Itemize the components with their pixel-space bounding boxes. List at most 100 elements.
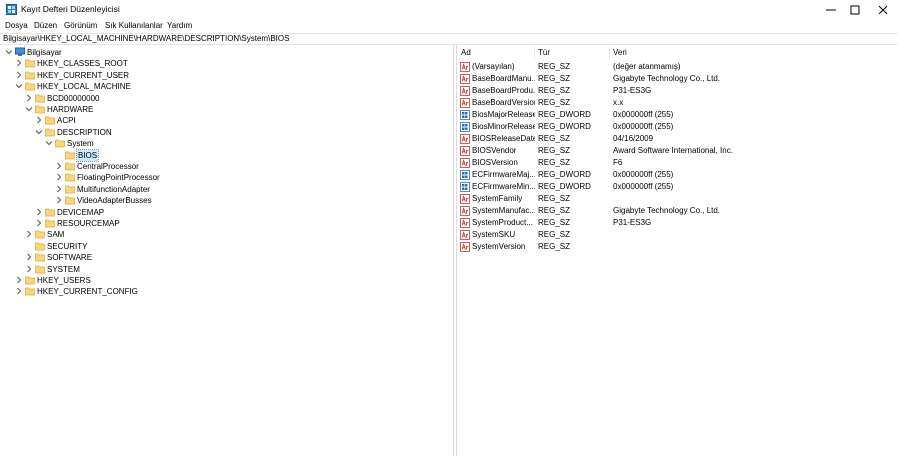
- chevron-right-icon[interactable]: [15, 59, 23, 67]
- column-header-data[interactable]: Veri: [613, 48, 627, 58]
- chevron-right-icon[interactable]: [35, 208, 43, 216]
- tree-item[interactable]: DESCRIPTION: [35, 127, 445, 138]
- tree-item[interactable]: HARDWARE: [25, 104, 445, 115]
- value-row[interactable]: BiosMinorRelease REG_DWORD 0x000000ff (255…: [457, 121, 897, 133]
- folder-icon: [65, 185, 75, 194]
- tree-item[interactable]: DEVICEMAP: [35, 207, 445, 218]
- menu-bar: Dosya Düzen Görünüm Sık Kullanılanlar Ya…: [0, 19, 900, 32]
- chevron-right-icon[interactable]: [35, 219, 43, 227]
- chevron-right-icon[interactable]: [55, 185, 63, 193]
- chevron-right-icon[interactable]: [25, 253, 33, 261]
- value-row[interactable]: BaseBoardProdu... REG_SZ P31-ES3G: [457, 85, 897, 97]
- value-row[interactable]: BIOSReleaseDate REG_SZ 04/16/2009: [457, 133, 897, 145]
- menu-yardim[interactable]: Yardım: [167, 21, 192, 31]
- folder-icon: [25, 71, 35, 80]
- value-row[interactable]: BiosMajorRelease REG_DWORD 0x000000ff (255…: [457, 109, 897, 121]
- tree-item[interactable]: SOFTWARE: [25, 252, 445, 263]
- column-divider[interactable]: [534, 47, 535, 59]
- value-row[interactable]: SystemSKU REG_SZ: [457, 229, 897, 241]
- value-data: 04/16/2009: [613, 134, 654, 143]
- value-name: SystemVersion: [472, 242, 526, 251]
- column-divider[interactable]: [609, 47, 610, 59]
- column-header-name[interactable]: Ad: [461, 48, 471, 58]
- tree-item[interactable]: Bilgisayar: [5, 47, 445, 58]
- tree-item[interactable]: SYSTEM: [25, 264, 445, 275]
- tree-item[interactable]: HKEY_USERS: [15, 275, 445, 286]
- chevron-right-icon[interactable]: [55, 196, 63, 204]
- menu-duzen[interactable]: Düzen: [34, 21, 57, 31]
- value-row[interactable]: ECFirmwareMin... REG_DWORD 0x000000ff (255…: [457, 181, 897, 193]
- chevron-right-icon[interactable]: [25, 230, 33, 238]
- tree-item[interactable]: SAM: [25, 229, 445, 240]
- folder-icon: [45, 219, 55, 228]
- tree-item[interactable]: HKEY_CURRENT_CONFIG: [15, 286, 445, 297]
- binary-icon: [460, 110, 470, 120]
- chevron-right-icon[interactable]: [15, 71, 23, 79]
- value-name: ECFirmwareMaj...: [472, 170, 535, 179]
- tree-item[interactable]: HKEY_CURRENT_USER: [15, 70, 445, 81]
- chevron-right-icon[interactable]: [55, 173, 63, 181]
- key-tree-pane[interactable]: Bilgisayar HKEY_CLASSES_ROOT HKEY_CURRENT_…: [0, 45, 454, 456]
- address-path[interactable]: Bilgisayar\HKEY_LOCAL_MACHINE\HARDWARE\D…: [3, 34, 289, 44]
- value-name: (Varsayılan): [472, 62, 515, 71]
- tree-item-label: SECURITY: [47, 241, 88, 251]
- close-icon: [878, 5, 888, 15]
- tree-item[interactable]: RESOURCEMAP: [35, 218, 445, 229]
- address-bar[interactable]: Bilgisayar\HKEY_LOCAL_MACHINE\HARDWARE\D…: [0, 33, 898, 45]
- tree-item[interactable]: FloatingPointProcessor: [55, 172, 445, 183]
- tree-item[interactable]: BIOS: [55, 148, 445, 162]
- column-header-type[interactable]: Tür: [538, 48, 550, 58]
- value-row[interactable]: BIOSVendor REG_SZ Award Software Internati…: [457, 145, 897, 157]
- close-button[interactable]: [866, 0, 900, 19]
- folder-icon: [25, 276, 35, 285]
- tree-item[interactable]: MultifunctionAdapter: [55, 184, 445, 195]
- value-row[interactable]: SystemVersion REG_SZ: [457, 241, 897, 253]
- chevron-right-icon[interactable]: [15, 287, 23, 295]
- value-row[interactable]: SystemFamily REG_SZ: [457, 193, 897, 205]
- menu-dosya[interactable]: Dosya: [5, 21, 28, 31]
- chevron-down-icon[interactable]: [45, 139, 53, 147]
- string-icon: [460, 134, 470, 144]
- tree-item-label: HKEY_CURRENT_USER: [37, 70, 130, 80]
- value-row[interactable]: ECFirmwareMaj... REG_DWORD 0x000000ff (255…: [457, 169, 897, 181]
- value-row[interactable]: SystemProduct... REG_SZ P31-ES3G: [457, 217, 897, 229]
- values-list-pane[interactable]: Ad Tür Veri (Varsayılan) REG_SZ (değer ata…: [456, 45, 900, 456]
- chevron-right-icon[interactable]: [25, 94, 33, 102]
- chevron-right-icon[interactable]: [25, 265, 33, 273]
- string-icon: [460, 194, 470, 204]
- tree-item[interactable]: System: [45, 138, 445, 149]
- tree-item[interactable]: ACPI: [35, 115, 445, 126]
- value-type: REG_SZ: [538, 62, 571, 71]
- value-name: SystemFamily: [472, 194, 523, 203]
- chevron-right-icon[interactable]: [35, 116, 43, 124]
- tree-item[interactable]: CentralProcessor: [55, 161, 445, 172]
- menu-gorunum[interactable]: Görünüm: [64, 21, 97, 31]
- value-row[interactable]: (Varsayılan) REG_SZ (değer atanmamış): [457, 61, 897, 73]
- value-type: REG_SZ: [538, 242, 571, 251]
- tree-item[interactable]: HKEY_LOCAL_MACHINE: [15, 81, 445, 92]
- tree-item-label: HARDWARE: [47, 105, 94, 114]
- tree-item-label: RESOURCEMAP: [57, 219, 120, 228]
- tree-item[interactable]: BCD00000000: [25, 93, 445, 104]
- chevron-down-icon[interactable]: [25, 105, 33, 113]
- chevron-right-icon[interactable]: [15, 276, 23, 284]
- folder-icon: [55, 139, 65, 148]
- tree-item[interactable]: VideoAdapterBusses: [55, 195, 445, 206]
- chevron-right-icon[interactable]: [55, 162, 63, 170]
- value-row[interactable]: BaseBoardManu... REG_SZ Gigabyte Technolog…: [457, 73, 897, 85]
- folder-icon: [45, 117, 55, 125]
- chevron-down-icon[interactable]: [15, 82, 23, 90]
- menu-sik-kullanilanlar[interactable]: Sık Kullanılanlar: [105, 21, 163, 31]
- value-data: Award Software International, Inc.: [613, 146, 733, 155]
- value-type: REG_DWORD: [538, 182, 591, 191]
- value-type: REG_SZ: [538, 218, 571, 227]
- value-row[interactable]: BaseBoardVersion REG_SZ x.x: [457, 97, 897, 109]
- tree-item[interactable]: HKEY_CLASSES_ROOT: [15, 58, 445, 69]
- value-type: REG_DWORD: [538, 122, 591, 131]
- value-row[interactable]: SystemManufac... REG_SZ Gigabyte Technolog…: [457, 205, 897, 217]
- minimize-icon: [826, 9, 836, 11]
- chevron-down-icon[interactable]: [35, 128, 43, 136]
- tree-item[interactable]: SECURITY: [25, 241, 445, 252]
- chevron-down-icon[interactable]: [5, 48, 13, 56]
- value-row[interactable]: BIOSVersion REG_SZ F6: [457, 157, 897, 169]
